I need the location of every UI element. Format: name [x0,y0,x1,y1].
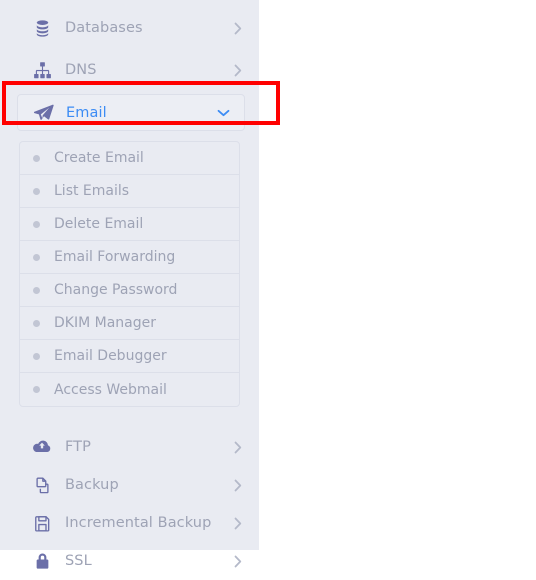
bullet-dot-icon [33,386,40,393]
sidebar-item-ftp[interactable]: FTP [0,428,259,466]
submenu-item-list-emails[interactable]: List Emails [20,175,239,208]
sidebar-item-databases[interactable]: Databases [0,9,259,47]
chevron-right-icon [231,441,245,454]
chevron-right-icon [231,517,245,530]
sitemap-icon [31,59,53,81]
chevron-right-icon [231,555,245,568]
bullet-dot-icon [33,253,40,261]
padlock-icon [31,550,53,572]
submenu-item-email-forwarding[interactable]: Email Forwarding [20,241,239,274]
sidebar: Databases DNS Email Create Email List Em… [0,0,259,569]
submenu-item-label: Create Email [54,150,144,166]
bullet-dot-icon [33,319,40,327]
sidebar-item-label: Databases [65,20,143,36]
submenu-item-access-webmail[interactable]: Access Webmail [20,373,239,406]
sidebar-item-ssl[interactable]: SSL [0,542,259,580]
submenu-item-label: Email Debugger [54,348,167,364]
submenu-item-label: Change Password [54,282,178,298]
paper-plane-icon [32,102,54,124]
floppy-save-icon [31,512,53,534]
submenu-item-delete-email[interactable]: Delete Email [20,208,239,241]
database-icon [31,17,53,39]
chevron-down-icon [216,109,230,117]
submenu-item-label: Email Forwarding [54,249,176,265]
submenu-item-label: Access Webmail [54,381,167,398]
bullet-dot-icon [33,286,40,294]
chevron-right-icon [231,22,245,35]
cloud-upload-icon [31,436,53,458]
sidebar-item-label: Incremental Backup [65,515,212,531]
submenu-item-dkim-manager[interactable]: DKIM Manager [20,307,239,340]
sidebar-item-email[interactable]: Email [17,94,245,131]
sidebar-item-label: FTP [65,439,91,455]
sidebar-lower-group: FTP Backup Incremental Backup SSL [0,428,259,580]
submenu-item-change-password[interactable]: Change Password [20,274,239,307]
bullet-dot-icon [33,352,40,360]
submenu-item-email-debugger[interactable]: Email Debugger [20,340,239,373]
email-submenu: Create Email List Emails Delete Email Em… [19,141,240,407]
copy-pages-icon [31,474,53,496]
submenu-item-label: Delete Email [54,216,144,232]
chevron-right-icon [231,64,245,77]
submenu-item-label: List Emails [54,183,130,199]
sidebar-item-label: Backup [65,477,119,493]
bullet-dot-icon [33,220,40,228]
sidebar-item-label: SSL [65,553,92,569]
sidebar-item-backup[interactable]: Backup [0,466,259,504]
sidebar-item-incremental-backup[interactable]: Incremental Backup [0,504,259,542]
chevron-right-icon [231,479,245,492]
sidebar-item-label: Email [66,104,107,121]
bullet-dot-icon [33,154,40,162]
submenu-item-label: DKIM Manager [54,315,156,331]
bullet-dot-icon [33,187,40,195]
sidebar-item-label: DNS [65,62,97,78]
submenu-item-create-email[interactable]: Create Email [20,142,239,175]
sidebar-item-dns[interactable]: DNS [0,51,259,89]
